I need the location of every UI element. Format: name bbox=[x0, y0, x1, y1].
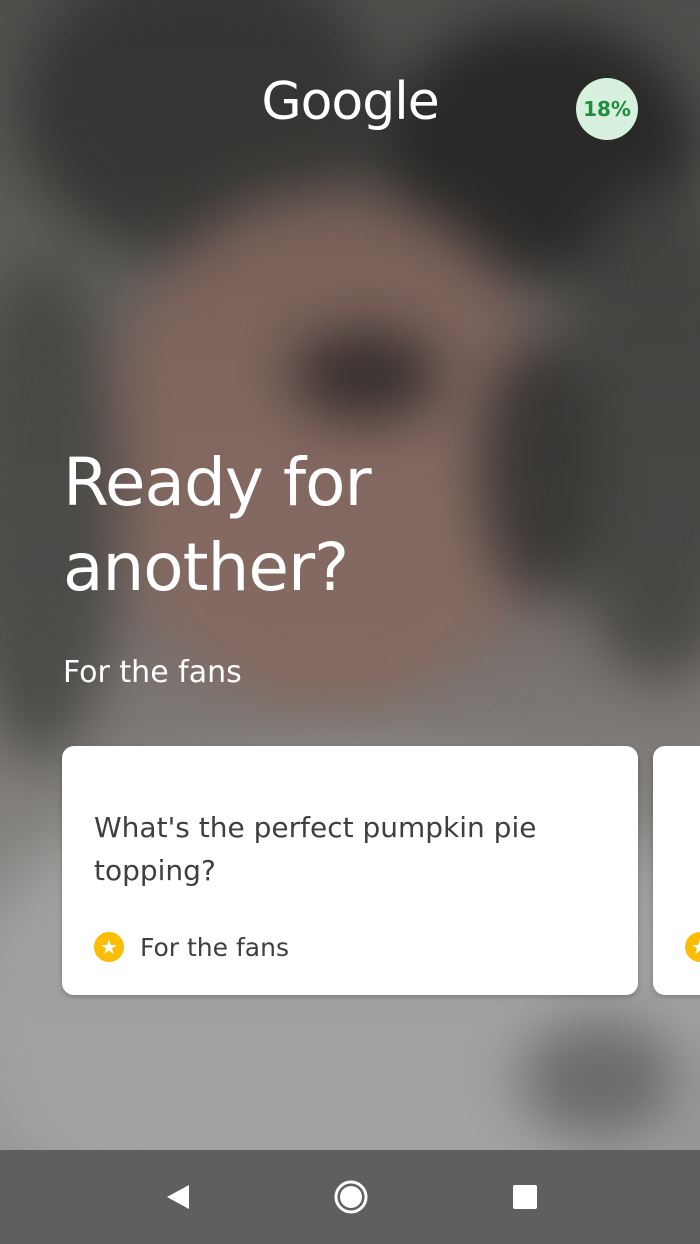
app-screen: Google 18% Ready for another? For the fa… bbox=[0, 0, 700, 1244]
recents-icon bbox=[513, 1185, 537, 1209]
home-icon bbox=[334, 1180, 368, 1214]
card-category-label: For the fans bbox=[140, 932, 289, 962]
home-button[interactable] bbox=[311, 1150, 391, 1244]
question-card[interactable]: What's the perfect pumpkin pie topping? … bbox=[62, 746, 638, 995]
star-icon: ★ bbox=[685, 932, 700, 962]
page-title: Ready for another? bbox=[63, 444, 372, 606]
card-category: ★ For the fans bbox=[94, 932, 289, 962]
question-card-next[interactable]: ★ bbox=[653, 746, 700, 995]
star-icon: ★ bbox=[94, 932, 124, 962]
card-category: ★ bbox=[685, 932, 700, 962]
back-icon bbox=[167, 1185, 189, 1209]
background-scrim bbox=[0, 0, 700, 1244]
recents-button[interactable] bbox=[485, 1150, 565, 1244]
section-label: For the fans bbox=[63, 655, 242, 690]
system-navigation-bar bbox=[0, 1150, 700, 1244]
back-button[interactable] bbox=[138, 1150, 218, 1244]
progress-indicator: 18% bbox=[576, 78, 638, 140]
card-question: What's the perfect pumpkin pie topping? bbox=[94, 811, 537, 887]
